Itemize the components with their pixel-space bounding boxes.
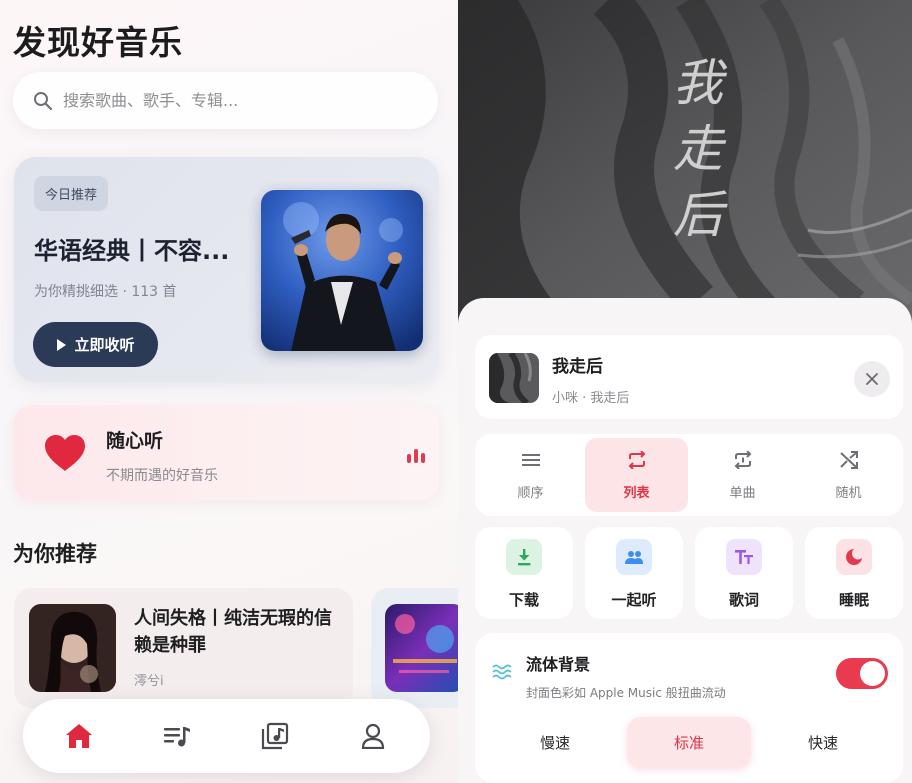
sleep-icon (836, 539, 872, 575)
action-label: 下载 (508, 591, 539, 609)
album-art-background: 我走后 (458, 0, 912, 330)
recommendation-tag: 今日推荐 (34, 176, 109, 211)
heart-icon (45, 435, 85, 471)
download-icon (506, 539, 542, 575)
song-cover (489, 353, 539, 403)
speed-normal-button[interactable]: 标准 (627, 717, 751, 768)
section-title: 为你推荐 (13, 542, 97, 566)
tab-playlists[interactable] (161, 720, 193, 752)
order-icon (521, 454, 540, 466)
playlist-title: 华语经典丨不容... (34, 237, 230, 265)
home-icon (66, 724, 92, 748)
play-mode-selector: 顺序 列表 单曲 随机 (475, 434, 903, 516)
repeat-one-icon (734, 451, 751, 469)
music-library-icon (261, 722, 289, 750)
search-icon (34, 91, 53, 110)
profile-icon (361, 723, 385, 749)
radio-title: 随心听 (106, 430, 164, 452)
play-mode-label: 单曲 (729, 486, 756, 501)
action-label: 一起听 (611, 591, 657, 609)
now-playing-card: 我走后 小咪 · 我走后 (475, 335, 903, 419)
fluid-background-toggle[interactable] (836, 658, 888, 689)
album-art-title: 我走后 (673, 54, 723, 244)
player-options-sheet: 我走后 小咪 · 我走后 顺序 列表 单曲 随机 下载 一起听 歌词 睡眠 流体… (458, 298, 912, 783)
listen-now-label: 立即收听 (74, 336, 135, 354)
discover-screen: 发现好音乐 今日推荐 华语经典丨不容... 为你精挑细选 · 113 首 立即收… (0, 0, 458, 783)
fluid-background-title: 流体背景 (526, 655, 591, 674)
action-label: 睡眠 (838, 591, 869, 609)
playlist-cover (29, 604, 116, 692)
tab-library[interactable] (259, 720, 291, 752)
play-mode-single[interactable]: 单曲 (691, 438, 794, 512)
recommended-playlist-card[interactable]: 人间失格丨纯洁无瑕的信赖是种罪 澪兮i (14, 588, 353, 708)
player-screen: 我走后 我走后 小咪 · 我走后 顺序 列表 单曲 随机 下载 一起听 歌词 睡… (458, 0, 912, 783)
waves-icon (492, 664, 512, 680)
close-button[interactable] (854, 361, 890, 397)
play-icon (57, 338, 67, 351)
shuffle-icon (839, 451, 858, 469)
radio-card[interactable]: 随心听 不期而遇的好音乐 (14, 405, 439, 500)
listen-now-button[interactable]: 立即收听 (33, 322, 158, 367)
repeat-list-icon (628, 451, 645, 469)
play-mode-label: 顺序 (517, 486, 544, 501)
tab-home[interactable] (63, 720, 95, 752)
sleep-timer-button[interactable]: 睡眠 (805, 527, 903, 619)
search-input[interactable] (63, 91, 403, 110)
speed-slow-button[interactable]: 慢速 (493, 717, 617, 768)
tab-profile[interactable] (357, 720, 389, 752)
listen-together-button[interactable]: 一起听 (585, 527, 683, 619)
speed-fast-button[interactable]: 快速 (761, 717, 885, 768)
action-label: 歌词 (728, 591, 759, 609)
lyrics-icon (726, 539, 762, 575)
download-button[interactable]: 下载 (475, 527, 573, 619)
recommended-playlist-card[interactable] (371, 588, 458, 708)
page-title: 发现好音乐 (13, 23, 183, 62)
playlist-title: 人间失格丨纯洁无瑕的信赖是种罪 (134, 608, 332, 656)
play-mode-order[interactable]: 顺序 (479, 438, 582, 512)
song-title: 我走后 (552, 357, 603, 377)
playlist-cover (385, 604, 458, 692)
playlist-creator: 澪兮i (134, 674, 164, 689)
song-artist-album: 小咪 · 我走后 (552, 391, 630, 406)
listen-together-icon (616, 539, 652, 575)
daily-recommendation-card[interactable]: 今日推荐 华语经典丨不容... 为你精挑细选 · 113 首 立即收听 (14, 157, 439, 382)
fluid-background-description: 封面色彩如 Apple Music 般扭曲流动 (526, 686, 726, 700)
lyrics-button[interactable]: 歌词 (695, 527, 793, 619)
close-icon (866, 373, 878, 385)
playlist-subtitle: 为你精挑细选 · 113 首 (34, 284, 177, 300)
bottom-tab-bar (23, 699, 430, 773)
play-mode-list[interactable]: 列表 (585, 438, 688, 512)
search-bar[interactable] (13, 72, 438, 129)
play-mode-label: 随机 (835, 486, 862, 501)
radio-subtitle: 不期而遇的好音乐 (106, 468, 218, 484)
equalizer-icon (407, 449, 425, 463)
fluid-background-settings: 流体背景 封面色彩如 Apple Music 般扭曲流动 慢速 标准 快速 (475, 633, 903, 783)
toggle-knob (860, 661, 885, 686)
playlist-cover[interactable] (261, 190, 423, 351)
play-mode-shuffle[interactable]: 随机 (797, 438, 900, 512)
play-mode-label: 列表 (623, 486, 650, 501)
playlist-icon (164, 727, 190, 747)
